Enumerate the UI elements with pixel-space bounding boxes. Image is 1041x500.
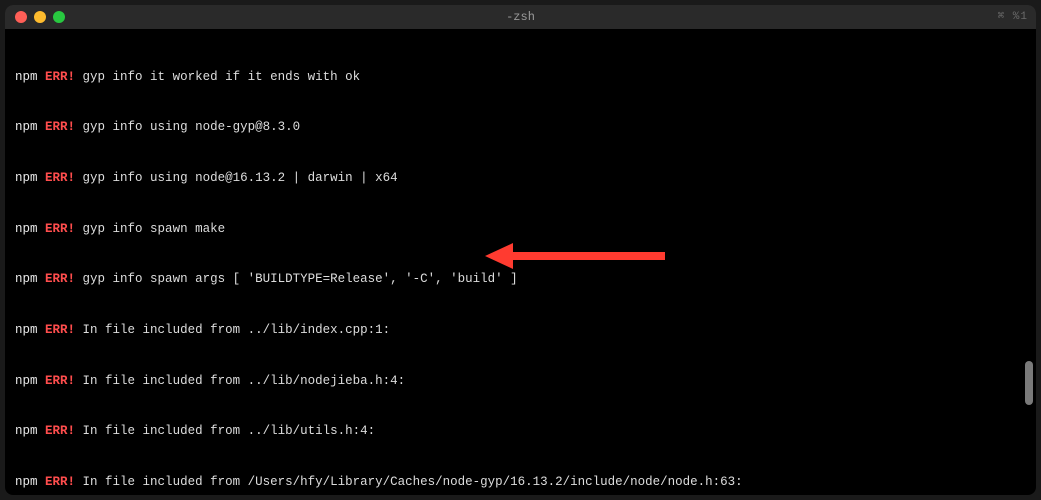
minimize-icon[interactable] <box>34 11 46 23</box>
npm-prefix: npm <box>15 323 38 337</box>
log-line: npm ERR! In file included from ../lib/in… <box>15 322 1026 339</box>
log-text: In file included from ../lib/index.cpp:1… <box>75 323 390 337</box>
log-line: npm ERR! In file included from ../lib/ut… <box>15 423 1026 440</box>
titlebar: -zsh ⌘ %1 <box>5 5 1036 29</box>
close-icon[interactable] <box>15 11 27 23</box>
scrollbar-thumb[interactable] <box>1025 361 1033 405</box>
log-text: In file included from ../lib/utils.h:4: <box>75 424 375 438</box>
npm-prefix: npm <box>15 70 38 84</box>
npm-prefix: npm <box>15 272 38 286</box>
log-text: gyp info spawn make <box>75 222 225 236</box>
window-title: -zsh <box>5 9 1036 25</box>
log-text: gyp info using node@16.13.2 | darwin | x… <box>75 171 398 185</box>
log-text: gyp info it worked if it ends with ok <box>75 70 360 84</box>
log-line: npm ERR! gyp info using node-gyp@8.3.0 <box>15 119 1026 136</box>
log-line: npm ERR! gyp info it worked if it ends w… <box>15 69 1026 86</box>
npm-prefix: npm <box>15 374 38 388</box>
log-line: npm ERR! gyp info using node@16.13.2 | d… <box>15 170 1026 187</box>
err-prefix: ERR! <box>45 272 75 286</box>
shell-badge: ⌘ %1 <box>998 10 1028 25</box>
npm-prefix: npm <box>15 475 38 489</box>
npm-prefix: npm <box>15 120 38 134</box>
err-prefix: ERR! <box>45 171 75 185</box>
log-text: In file included from ../lib/nodejieba.h… <box>75 374 405 388</box>
err-prefix: ERR! <box>45 222 75 236</box>
log-line: npm ERR! gyp info spawn make <box>15 221 1026 238</box>
log-text: In file included from /Users/hfy/Library… <box>75 475 743 489</box>
err-prefix: ERR! <box>45 374 75 388</box>
log-line: npm ERR! gyp info spawn args [ 'BUILDTYP… <box>15 271 1026 288</box>
zoom-icon[interactable] <box>53 11 65 23</box>
log-text: gyp info spawn args [ 'BUILDTYPE=Release… <box>75 272 518 286</box>
npm-prefix: npm <box>15 424 38 438</box>
log-line: npm ERR! In file included from /Users/hf… <box>15 474 1026 491</box>
log-text: gyp info using node-gyp@8.3.0 <box>75 120 300 134</box>
traffic-lights <box>15 11 65 23</box>
npm-prefix: npm <box>15 222 38 236</box>
err-prefix: ERR! <box>45 70 75 84</box>
log-line: npm ERR! In file included from ../lib/no… <box>15 373 1026 390</box>
arrow-left-icon <box>485 243 513 269</box>
terminal-window: -zsh ⌘ %1 npm ERR! gyp info it worked if… <box>5 5 1036 495</box>
npm-prefix: npm <box>15 171 38 185</box>
err-prefix: ERR! <box>45 475 75 489</box>
err-prefix: ERR! <box>45 424 75 438</box>
arrow-shaft <box>505 252 665 260</box>
err-prefix: ERR! <box>45 323 75 337</box>
err-prefix: ERR! <box>45 120 75 134</box>
terminal-body[interactable]: npm ERR! gyp info it worked if it ends w… <box>5 29 1036 495</box>
